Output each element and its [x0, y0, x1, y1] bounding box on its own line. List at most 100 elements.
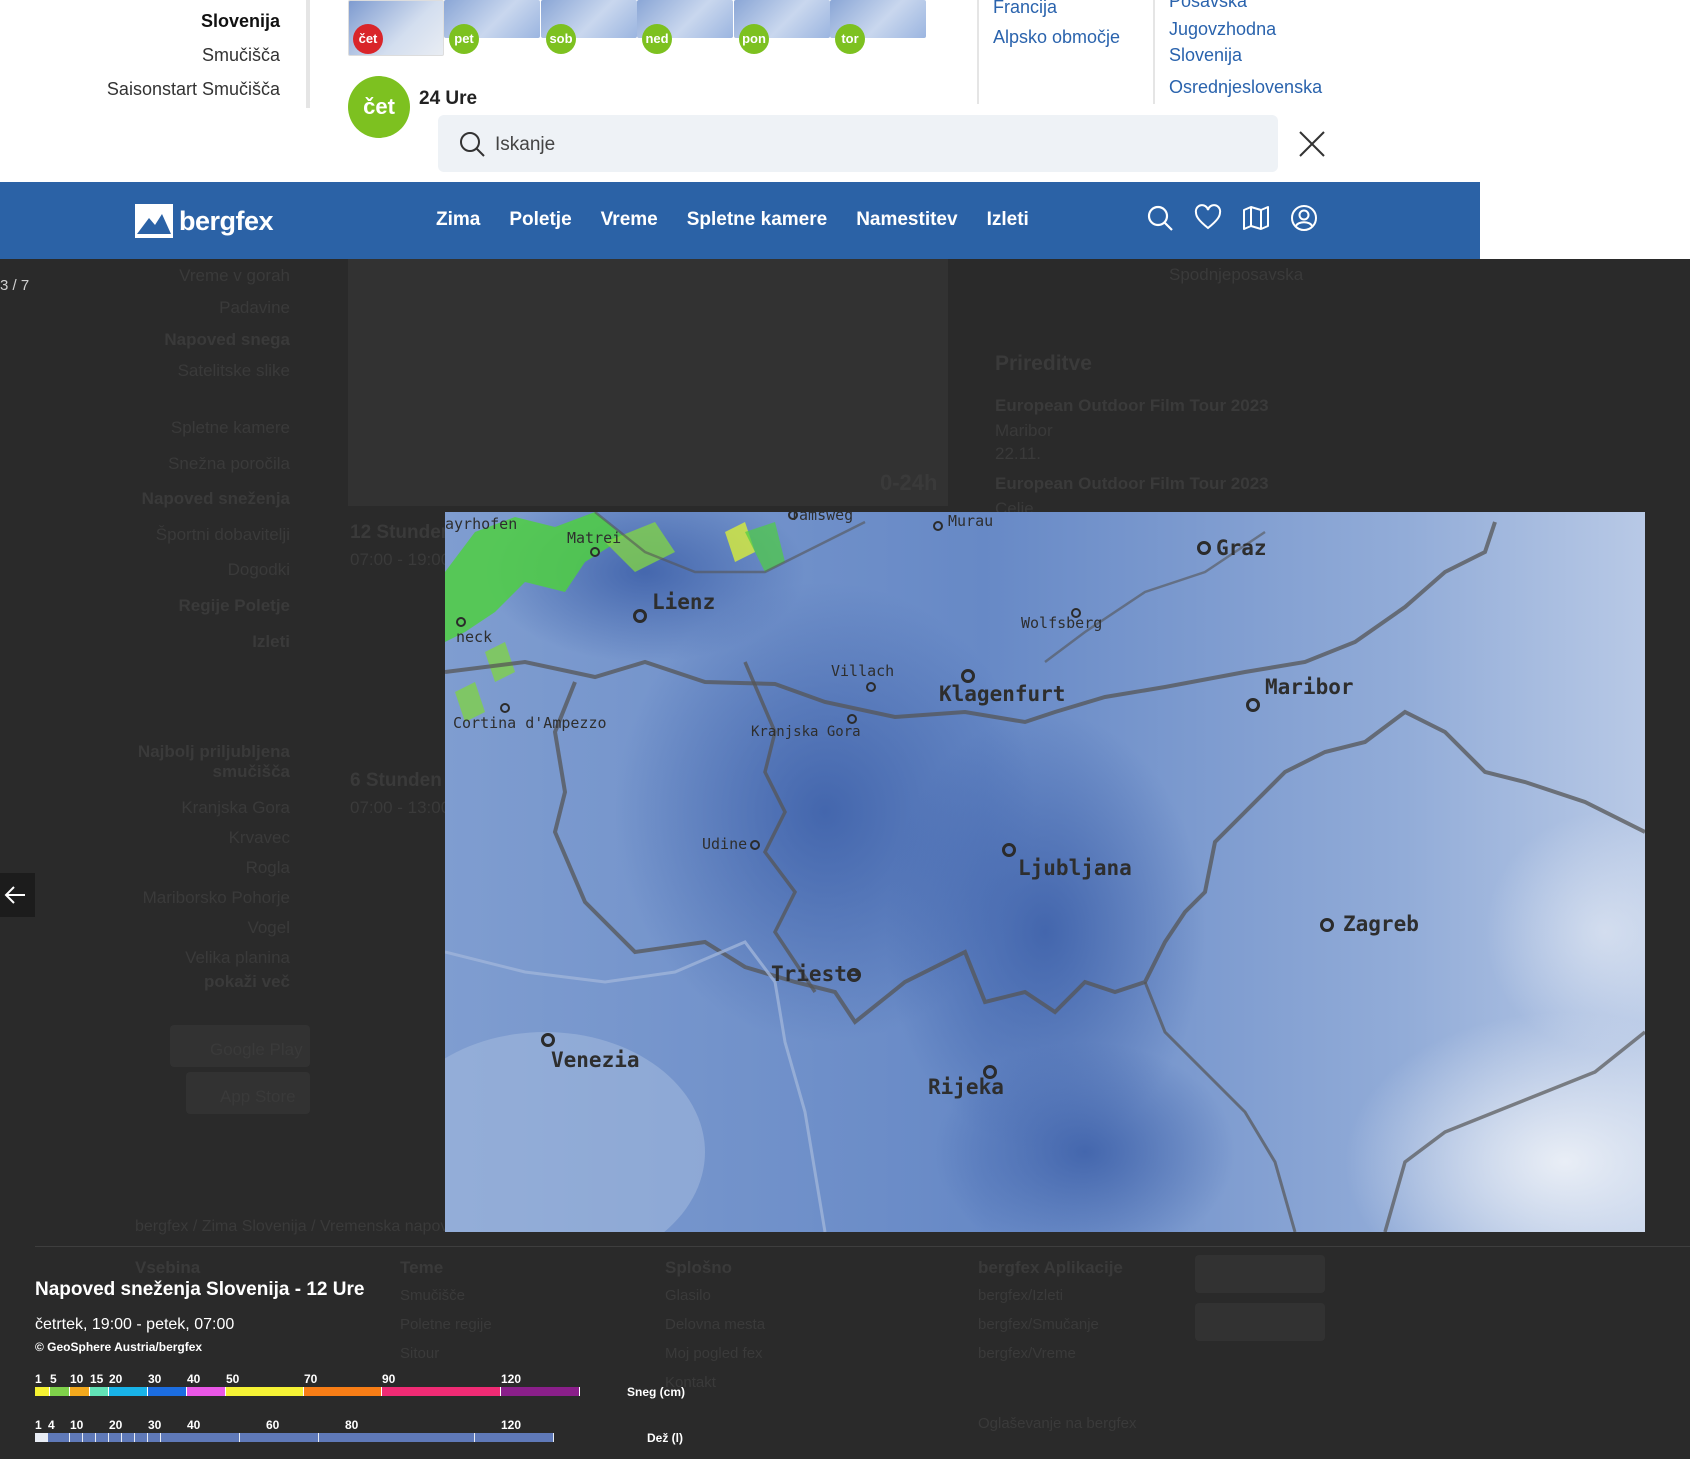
- ghost-menu-item: Regije Poletje: [178, 596, 290, 615]
- region-link-jugovzhodna[interactable]: Jugovzhodna Slovenija: [1169, 16, 1309, 68]
- region-link-alpsko[interactable]: Alpsko območje: [993, 24, 1120, 50]
- search-input[interactable]: Iskanje: [495, 134, 555, 156]
- ghost-menu-item: Padavine: [219, 298, 290, 317]
- bergfex-logo[interactable]: bergfex: [135, 204, 274, 238]
- rain-scale-tick: 20: [109, 1418, 123, 1432]
- snow-scale-tick: 5: [50, 1372, 57, 1386]
- rain-scale-unit: Dež (l): [647, 1431, 683, 1445]
- rain-scale-labels: 1 4 10 20 30 40 60 80 120: [35, 1418, 580, 1432]
- ghost-footer-item: Glasilo: [665, 1287, 711, 1304]
- ghost-favorite: Rogla: [245, 858, 290, 877]
- snow-scale-tick: 90: [382, 1372, 396, 1386]
- rain-scale-segment: [240, 1433, 319, 1442]
- day-badge-pet[interactable]: pet: [449, 24, 479, 54]
- ghost-menu-item: Vreme v gorah: [179, 266, 290, 285]
- ghost-footer-item: Sitour: [400, 1345, 440, 1362]
- city-label: Wolfsberg: [1021, 614, 1103, 632]
- rain-scale-tick: 30: [148, 1418, 162, 1432]
- nav-link-izleti[interactable]: Izleti: [987, 209, 1029, 231]
- snow-scale-labels: 1 5 10 15 20 30 40 50 70 90 120: [35, 1372, 580, 1386]
- nav-link-poletje[interactable]: Poletje: [509, 209, 571, 231]
- day-badge-pon[interactable]: pon: [739, 24, 769, 54]
- ghost-favorite: Mariborsko Pohorje: [142, 888, 290, 907]
- ghost-events-title: Prireditve: [995, 352, 1092, 375]
- snow-forecast-map[interactable]: Tamsweg Murau Graz ayrhofen Matrei Lienz…: [445, 512, 1645, 1232]
- snow-scale-segment: [90, 1387, 109, 1396]
- snow-scale-tick: 70: [304, 1372, 318, 1386]
- rain-scale-segment: [148, 1433, 161, 1442]
- ghost-show-more: pokaži več: [204, 972, 290, 991]
- search-icon[interactable]: [1146, 204, 1174, 232]
- ghost-menu-item: Snežna poročila: [168, 454, 290, 473]
- region-link-osrednjeslovenska[interactable]: Osrednjeslovenska: [1169, 74, 1322, 100]
- rain-scale-segment: [35, 1433, 48, 1442]
- rain-scale-tick: 10: [70, 1418, 84, 1432]
- caption-divider: [35, 1246, 1690, 1247]
- snow-scale-segment: [382, 1387, 501, 1396]
- region-link-francija[interactable]: Francija: [993, 0, 1057, 20]
- city-label: neck: [456, 628, 493, 646]
- rain-scale-tick: 80: [345, 1418, 359, 1432]
- rain-scale-segment: [161, 1433, 240, 1442]
- city-label: Rijeka: [928, 1075, 1004, 1099]
- ghost-store-label: App Store: [220, 1087, 296, 1106]
- region-link-posavska[interactable]: Posavska: [1169, 0, 1247, 14]
- menu-item-slovenija[interactable]: Slovenija: [107, 10, 280, 44]
- city-label: Tamsweg: [790, 512, 854, 524]
- ghost-store-button: [1195, 1303, 1325, 1341]
- day-badge-tor[interactable]: tor: [835, 24, 865, 54]
- ghost-footer-title: Teme: [400, 1258, 444, 1277]
- rain-scale-tick: 1: [35, 1418, 42, 1432]
- day-badge-cet[interactable]: čet: [353, 24, 383, 54]
- nav-icons: [1146, 204, 1318, 232]
- day-badge-sob[interactable]: sob: [546, 24, 576, 54]
- rain-color-scale: [35, 1433, 580, 1442]
- ghost-footer-note: Oglaševanje na bergfex: [978, 1415, 1137, 1432]
- period-label: 24 Ure: [419, 88, 478, 109]
- ghost-favorite: Velika planina: [185, 948, 290, 967]
- menu-item-saisonstart[interactable]: Saisonstart Smučišča: [107, 78, 280, 112]
- ghost-favorites-title: Najbolj priljubljena smučišča: [137, 742, 290, 781]
- rain-scale-segment: [109, 1433, 122, 1442]
- snow-scale-tick: 120: [501, 1372, 522, 1386]
- ghost-footer-title: bergfex Aplikacije: [978, 1258, 1123, 1277]
- snow-scale-tick: 50: [226, 1372, 240, 1386]
- nav-link-spletne-kamere[interactable]: Spletne kamere: [687, 209, 827, 231]
- day-badge-ned[interactable]: ned: [642, 24, 672, 54]
- snow-scale-segment: [35, 1387, 50, 1396]
- rain-scale-segment: [135, 1433, 148, 1442]
- city-label: Trieste: [771, 962, 860, 986]
- rain-scale-tick: 4: [48, 1418, 55, 1432]
- ghost-heading: 12 Stunden: [350, 522, 453, 543]
- nav-link-vreme[interactable]: Vreme: [601, 209, 658, 231]
- map-icon[interactable]: [1242, 204, 1270, 232]
- ghost-menu-item: Športni dobavitelji: [155, 525, 290, 544]
- snow-scale-segment: [70, 1387, 90, 1396]
- city-label: Lienz: [652, 590, 716, 614]
- heart-icon[interactable]: [1194, 204, 1222, 232]
- ghost-footer-title: Vsebina: [135, 1258, 201, 1277]
- city-label: Maribor: [1265, 675, 1354, 699]
- city-label: Matrei: [567, 529, 622, 547]
- ghost-menu-item: Satelitske slike: [177, 361, 290, 380]
- snow-scale-segment: [148, 1387, 187, 1396]
- column-divider: [1153, 0, 1155, 104]
- search-bar[interactable]: [438, 115, 1278, 172]
- ghost-footer-item: Poletne regije: [400, 1316, 492, 1333]
- nav-link-zima[interactable]: Zima: [436, 209, 480, 231]
- nav-link-namestitev[interactable]: Namestitev: [856, 209, 957, 231]
- user-icon[interactable]: [1290, 204, 1318, 232]
- ghost-map-panel: [348, 259, 948, 506]
- prev-image-button[interactable]: [0, 873, 35, 917]
- snow-scale-tick: 30: [148, 1372, 162, 1386]
- mountain-logo-icon: [135, 204, 173, 238]
- menu-item-smucisca[interactable]: Smučišča: [107, 44, 280, 78]
- city-label: Klagenfurt: [939, 682, 1066, 706]
- column-divider: [977, 0, 979, 104]
- city-label: Villach: [831, 662, 895, 680]
- snow-scale-tick: 15: [90, 1372, 104, 1386]
- snow-scale-unit: Sneg (cm): [627, 1385, 686, 1399]
- logo-text: bergfex: [179, 205, 274, 236]
- ghost-menu-item: Spletne kamere: [170, 418, 290, 437]
- close-icon[interactable]: [1296, 128, 1328, 160]
